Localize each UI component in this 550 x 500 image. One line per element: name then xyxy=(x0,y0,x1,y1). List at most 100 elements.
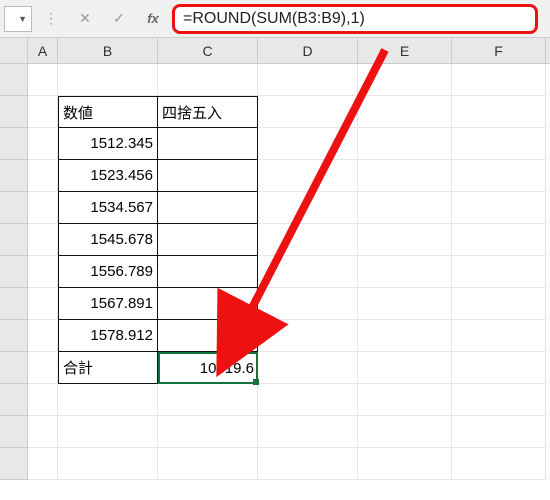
cell[interactable] xyxy=(358,192,452,224)
cell[interactable]: 四捨五入 xyxy=(158,96,258,128)
cell[interactable] xyxy=(28,384,58,416)
cancel-icon[interactable]: ✕ xyxy=(70,6,100,32)
cell[interactable] xyxy=(158,192,258,224)
fx-icon[interactable]: fx xyxy=(138,6,168,32)
cell[interactable] xyxy=(258,416,358,448)
row-header[interactable] xyxy=(0,160,28,192)
cell[interactable] xyxy=(258,64,358,96)
cell[interactable] xyxy=(258,320,358,352)
cell[interactable] xyxy=(28,96,58,128)
row-header[interactable] xyxy=(0,224,28,256)
cell[interactable] xyxy=(358,160,452,192)
cell[interactable] xyxy=(158,288,258,320)
row-header[interactable] xyxy=(0,128,28,160)
cell[interactable] xyxy=(58,64,158,96)
cell[interactable] xyxy=(258,384,358,416)
name-box[interactable]: ▼ xyxy=(4,6,32,32)
cell[interactable] xyxy=(28,416,58,448)
select-all-corner[interactable] xyxy=(0,38,28,63)
cell[interactable] xyxy=(358,416,452,448)
cell[interactable] xyxy=(452,256,546,288)
col-header-d[interactable]: D xyxy=(258,38,358,63)
cell[interactable] xyxy=(28,256,58,288)
selected-cell[interactable]: 10819.6 xyxy=(158,352,258,384)
cell[interactable] xyxy=(28,224,58,256)
cell[interactable] xyxy=(28,160,58,192)
cell[interactable]: 1567.891 xyxy=(58,288,158,320)
cell[interactable] xyxy=(258,448,358,480)
cell[interactable] xyxy=(358,384,452,416)
cell[interactable] xyxy=(452,320,546,352)
col-header-c[interactable]: C xyxy=(158,38,258,63)
row-header[interactable] xyxy=(0,288,28,320)
cell[interactable] xyxy=(358,96,452,128)
cell[interactable] xyxy=(28,192,58,224)
cell[interactable] xyxy=(358,448,452,480)
cell[interactable] xyxy=(258,192,358,224)
cell[interactable] xyxy=(452,224,546,256)
cell[interactable] xyxy=(452,96,546,128)
cell[interactable]: 1556.789 xyxy=(58,256,158,288)
row-header[interactable] xyxy=(0,96,28,128)
formula-input[interactable]: =ROUND(SUM(B3:B9),1) xyxy=(172,4,538,34)
cell[interactable]: 1578.912 xyxy=(58,320,158,352)
row-header[interactable] xyxy=(0,320,28,352)
cell[interactable] xyxy=(158,224,258,256)
cell[interactable] xyxy=(358,128,452,160)
cell[interactable] xyxy=(358,64,452,96)
cell[interactable] xyxy=(258,224,358,256)
cell[interactable] xyxy=(28,64,58,96)
cell[interactable] xyxy=(28,288,58,320)
cell[interactable] xyxy=(258,128,358,160)
cell[interactable] xyxy=(258,352,358,384)
cell[interactable]: 1545.678 xyxy=(58,224,158,256)
row-header[interactable] xyxy=(0,416,28,448)
cell[interactable] xyxy=(258,96,358,128)
cell[interactable] xyxy=(158,160,258,192)
cell[interactable] xyxy=(452,352,546,384)
row-header[interactable] xyxy=(0,448,28,480)
col-header-b[interactable]: B xyxy=(58,38,158,63)
cell[interactable] xyxy=(452,384,546,416)
cell[interactable] xyxy=(158,384,258,416)
row-header[interactable] xyxy=(0,352,28,384)
cell[interactable] xyxy=(452,192,546,224)
col-header-f[interactable]: F xyxy=(452,38,546,63)
accept-icon[interactable]: ✓ xyxy=(104,6,134,32)
row-header[interactable] xyxy=(0,256,28,288)
cell[interactable] xyxy=(452,128,546,160)
row-header[interactable] xyxy=(0,64,28,96)
cell[interactable] xyxy=(358,256,452,288)
cell[interactable] xyxy=(28,320,58,352)
cell[interactable] xyxy=(358,288,452,320)
cell[interactable] xyxy=(58,384,158,416)
fill-handle[interactable] xyxy=(253,379,259,385)
cell[interactable] xyxy=(58,416,158,448)
cell[interactable] xyxy=(158,256,258,288)
cell[interactable]: 1512.345 xyxy=(58,128,158,160)
cell[interactable] xyxy=(158,448,258,480)
cell[interactable] xyxy=(358,224,452,256)
cell[interactable] xyxy=(452,160,546,192)
total-label-cell[interactable]: 合計 xyxy=(58,352,158,384)
cell[interactable] xyxy=(452,448,546,480)
cell[interactable] xyxy=(358,320,452,352)
cell[interactable] xyxy=(158,320,258,352)
col-header-a[interactable]: A xyxy=(28,38,58,63)
cell[interactable]: 1534.567 xyxy=(58,192,158,224)
cell[interactable] xyxy=(358,352,452,384)
cell[interactable] xyxy=(158,64,258,96)
cell[interactable] xyxy=(258,160,358,192)
cell[interactable] xyxy=(58,448,158,480)
row-header[interactable] xyxy=(0,384,28,416)
cell[interactable] xyxy=(452,288,546,320)
cell[interactable] xyxy=(158,128,258,160)
cell[interactable] xyxy=(452,416,546,448)
cell[interactable] xyxy=(258,288,358,320)
col-header-e[interactable]: E xyxy=(358,38,452,63)
cell[interactable] xyxy=(452,64,546,96)
cell[interactable]: 1523.456 xyxy=(58,160,158,192)
cell[interactable] xyxy=(28,352,58,384)
cell[interactable] xyxy=(28,128,58,160)
cell[interactable]: 数値 xyxy=(58,96,158,128)
